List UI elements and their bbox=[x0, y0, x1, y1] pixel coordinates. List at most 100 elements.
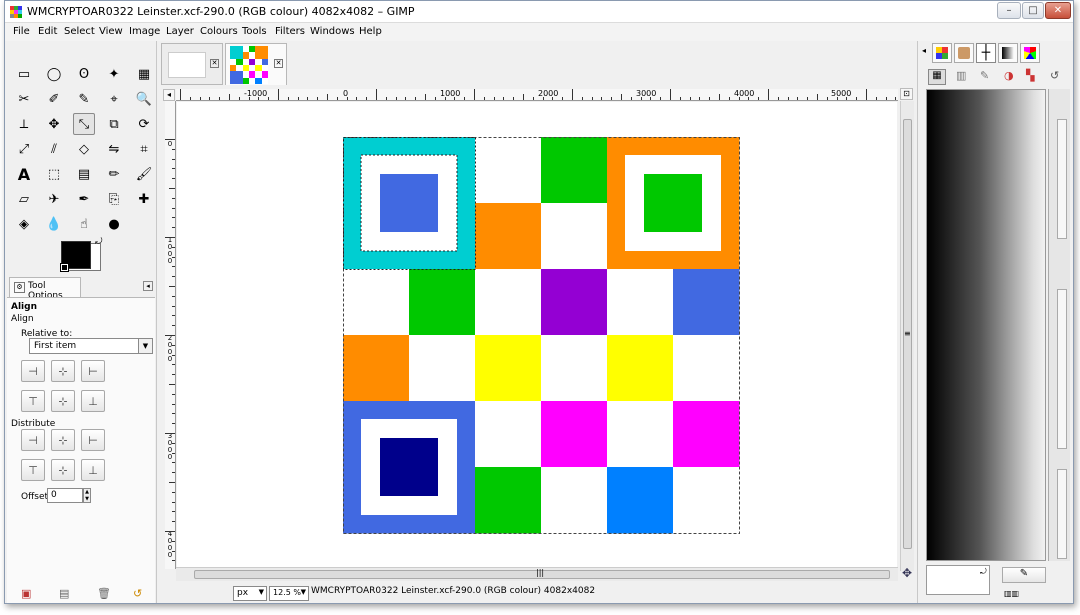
rect-select-icon[interactable]: ▭ bbox=[13, 63, 35, 85]
align-left-button[interactable]: ⊣ bbox=[21, 360, 45, 382]
menu-windows[interactable]: Windows bbox=[310, 26, 355, 37]
distribute-left-button[interactable]: ⊣ bbox=[21, 429, 45, 451]
rotate-icon[interactable]: ⟳ bbox=[133, 113, 155, 135]
restore-options-icon[interactable]: ▤ bbox=[59, 587, 69, 600]
align-bottom-button[interactable]: ⊥ bbox=[81, 390, 105, 412]
bucket-fill-icon[interactable]: ⬚ bbox=[43, 163, 65, 185]
eraser-icon[interactable]: ▱ bbox=[13, 188, 35, 210]
image-tab-blank[interactable]: ✕ bbox=[161, 43, 223, 85]
ellipse-select-icon[interactable]: ◯ bbox=[43, 63, 65, 85]
select-by-color-icon[interactable]: ▦ bbox=[133, 63, 155, 85]
image-artwork[interactable] bbox=[177, 102, 897, 569]
colormap-icon[interactable]: ◑ bbox=[1004, 69, 1014, 82]
offset-input[interactable]: 0 bbox=[47, 488, 83, 503]
horizontal-scrollbar[interactable]: ||| bbox=[176, 567, 898, 581]
align-center-button[interactable]: ⊹ bbox=[51, 360, 75, 382]
menu-file[interactable]: File bbox=[13, 26, 30, 37]
tool-presets-tab[interactable]: ┼ bbox=[976, 43, 996, 63]
fuzzy-select-icon[interactable]: ✦ bbox=[103, 63, 125, 85]
flip-icon[interactable]: ⇋ bbox=[103, 138, 125, 160]
zoom-window-icon[interactable]: ⊡ bbox=[900, 88, 913, 100]
distribute-center-button[interactable]: ⊹ bbox=[51, 429, 75, 451]
relative-to-select[interactable]: First item ▼ bbox=[29, 338, 153, 354]
tool-options-tab[interactable]: ⚙ Tool Options bbox=[9, 277, 81, 301]
color-picker-icon[interactable]: ⌖ bbox=[103, 88, 125, 110]
undo-history-icon[interactable]: ↺ bbox=[1050, 69, 1059, 82]
cage-icon[interactable]: ⌗ bbox=[133, 138, 155, 160]
align-right-button[interactable]: ⊢ bbox=[81, 360, 105, 382]
align-middle-button[interactable]: ⊹ bbox=[51, 390, 75, 412]
blend-icon[interactable]: ▤ bbox=[73, 163, 95, 185]
align-icon[interactable]: ⤡ bbox=[73, 113, 95, 135]
unit-select[interactable]: px ▼ bbox=[233, 586, 267, 601]
pencil-icon[interactable]: ✏ bbox=[103, 163, 125, 185]
ink-icon[interactable]: ✒ bbox=[73, 188, 95, 210]
foreground-select-icon[interactable]: ✐ bbox=[43, 88, 65, 110]
brushes-tab[interactable] bbox=[954, 43, 974, 63]
vertical-scrollbar[interactable]: ≡ bbox=[900, 101, 914, 571]
dock-scrollbar[interactable] bbox=[1057, 119, 1067, 239]
distribute-bottom-button[interactable]: ⊥ bbox=[81, 459, 105, 481]
text-icon[interactable]: A bbox=[13, 163, 35, 185]
perspective-clone-icon[interactable]: ◈ bbox=[13, 213, 35, 235]
menu-edit[interactable]: Edit bbox=[38, 26, 57, 37]
crop-icon[interactable]: ⧉ bbox=[103, 113, 125, 135]
layers-tab-icon[interactable]: ▦ bbox=[928, 69, 946, 85]
image-tab-active[interactable]: ✕ bbox=[225, 43, 287, 85]
histogram-icon[interactable]: ▚ bbox=[1026, 69, 1034, 82]
align-top-button[interactable]: ⊤ bbox=[21, 390, 45, 412]
clone-icon[interactable]: ⎘ bbox=[103, 188, 125, 210]
close-icon[interactable]: ✕ bbox=[274, 59, 283, 68]
zoom-select[interactable]: 12.5 % ▼ bbox=[269, 586, 309, 601]
channels-icon[interactable]: ▥ bbox=[956, 69, 966, 82]
navigate-icon[interactable]: ✥ bbox=[900, 567, 914, 581]
gradients-tab[interactable] bbox=[998, 43, 1018, 63]
shear-icon[interactable]: ⫽ bbox=[43, 138, 65, 160]
distribute-right-button[interactable]: ⊢ bbox=[81, 429, 105, 451]
offset-spinner[interactable]: ▲ ▼ bbox=[83, 488, 91, 503]
dock-scrollbar[interactable] bbox=[1057, 469, 1067, 559]
scale-icon[interactable]: ⤢ bbox=[13, 138, 35, 160]
reset-options-icon[interactable]: ↺ bbox=[133, 587, 142, 600]
airbrush-icon[interactable]: ✈ bbox=[43, 188, 65, 210]
paths-icon[interactable]: ✎ bbox=[73, 88, 95, 110]
zoom-icon[interactable]: 🔍 bbox=[133, 88, 155, 110]
paths-tab-icon[interactable]: ✎ bbox=[980, 69, 989, 82]
maximize-button[interactable]: □ bbox=[1022, 2, 1044, 19]
menu-filters[interactable]: Filters bbox=[275, 26, 305, 37]
gradient-preview[interactable] bbox=[926, 89, 1046, 561]
close-icon[interactable]: ✕ bbox=[210, 59, 219, 68]
dodge-burn-icon[interactable]: ● bbox=[103, 213, 125, 235]
distribute-top-button[interactable]: ⊤ bbox=[21, 459, 45, 481]
move-icon[interactable]: ✥ bbox=[43, 113, 65, 135]
menu-image[interactable]: Image bbox=[129, 26, 160, 37]
chevron-down-icon[interactable]: ▼ bbox=[138, 339, 152, 353]
edit-button[interactable]: ✎ bbox=[1002, 567, 1046, 583]
perspective-icon[interactable]: ◇ bbox=[73, 138, 95, 160]
menu-tools[interactable]: Tools bbox=[242, 26, 267, 37]
minimize-button[interactable]: – bbox=[997, 2, 1021, 19]
patterns-tab[interactable] bbox=[932, 43, 952, 63]
paintbrush-icon[interactable]: 🖌 bbox=[133, 163, 155, 185]
heal-icon[interactable]: ✚ bbox=[133, 188, 155, 210]
palettes-tab[interactable] bbox=[1020, 43, 1040, 63]
scissors-icon[interactable]: ✂ bbox=[13, 88, 35, 110]
save-options-icon[interactable]: ▣ bbox=[21, 587, 31, 600]
measure-icon[interactable]: ⟂ bbox=[13, 113, 35, 135]
delete-options-icon[interactable]: 🗑 bbox=[97, 587, 111, 600]
swap-colors-icon[interactable]: ⤾ bbox=[95, 237, 103, 247]
dock-scrollbar[interactable] bbox=[1057, 289, 1067, 449]
image-canvas[interactable] bbox=[177, 102, 897, 569]
dock-menu-icon[interactable]: ◂ bbox=[922, 46, 926, 55]
distribute-middle-button[interactable]: ⊹ bbox=[51, 459, 75, 481]
link-icon[interactable]: ⤾ bbox=[980, 567, 987, 577]
menu-help[interactable]: Help bbox=[359, 26, 382, 37]
tab-menu-icon[interactable]: ◂ bbox=[143, 281, 153, 291]
blur-icon[interactable]: 💧 bbox=[43, 213, 65, 235]
close-button[interactable]: ✕ bbox=[1045, 2, 1071, 19]
menu-colours[interactable]: Colours bbox=[200, 26, 238, 37]
menu-select[interactable]: Select bbox=[64, 26, 95, 37]
smudge-icon[interactable]: ☝ bbox=[73, 213, 95, 235]
quick-mask-corner-icon[interactable]: ◂ bbox=[163, 89, 175, 101]
menu-view[interactable]: View bbox=[99, 26, 123, 37]
